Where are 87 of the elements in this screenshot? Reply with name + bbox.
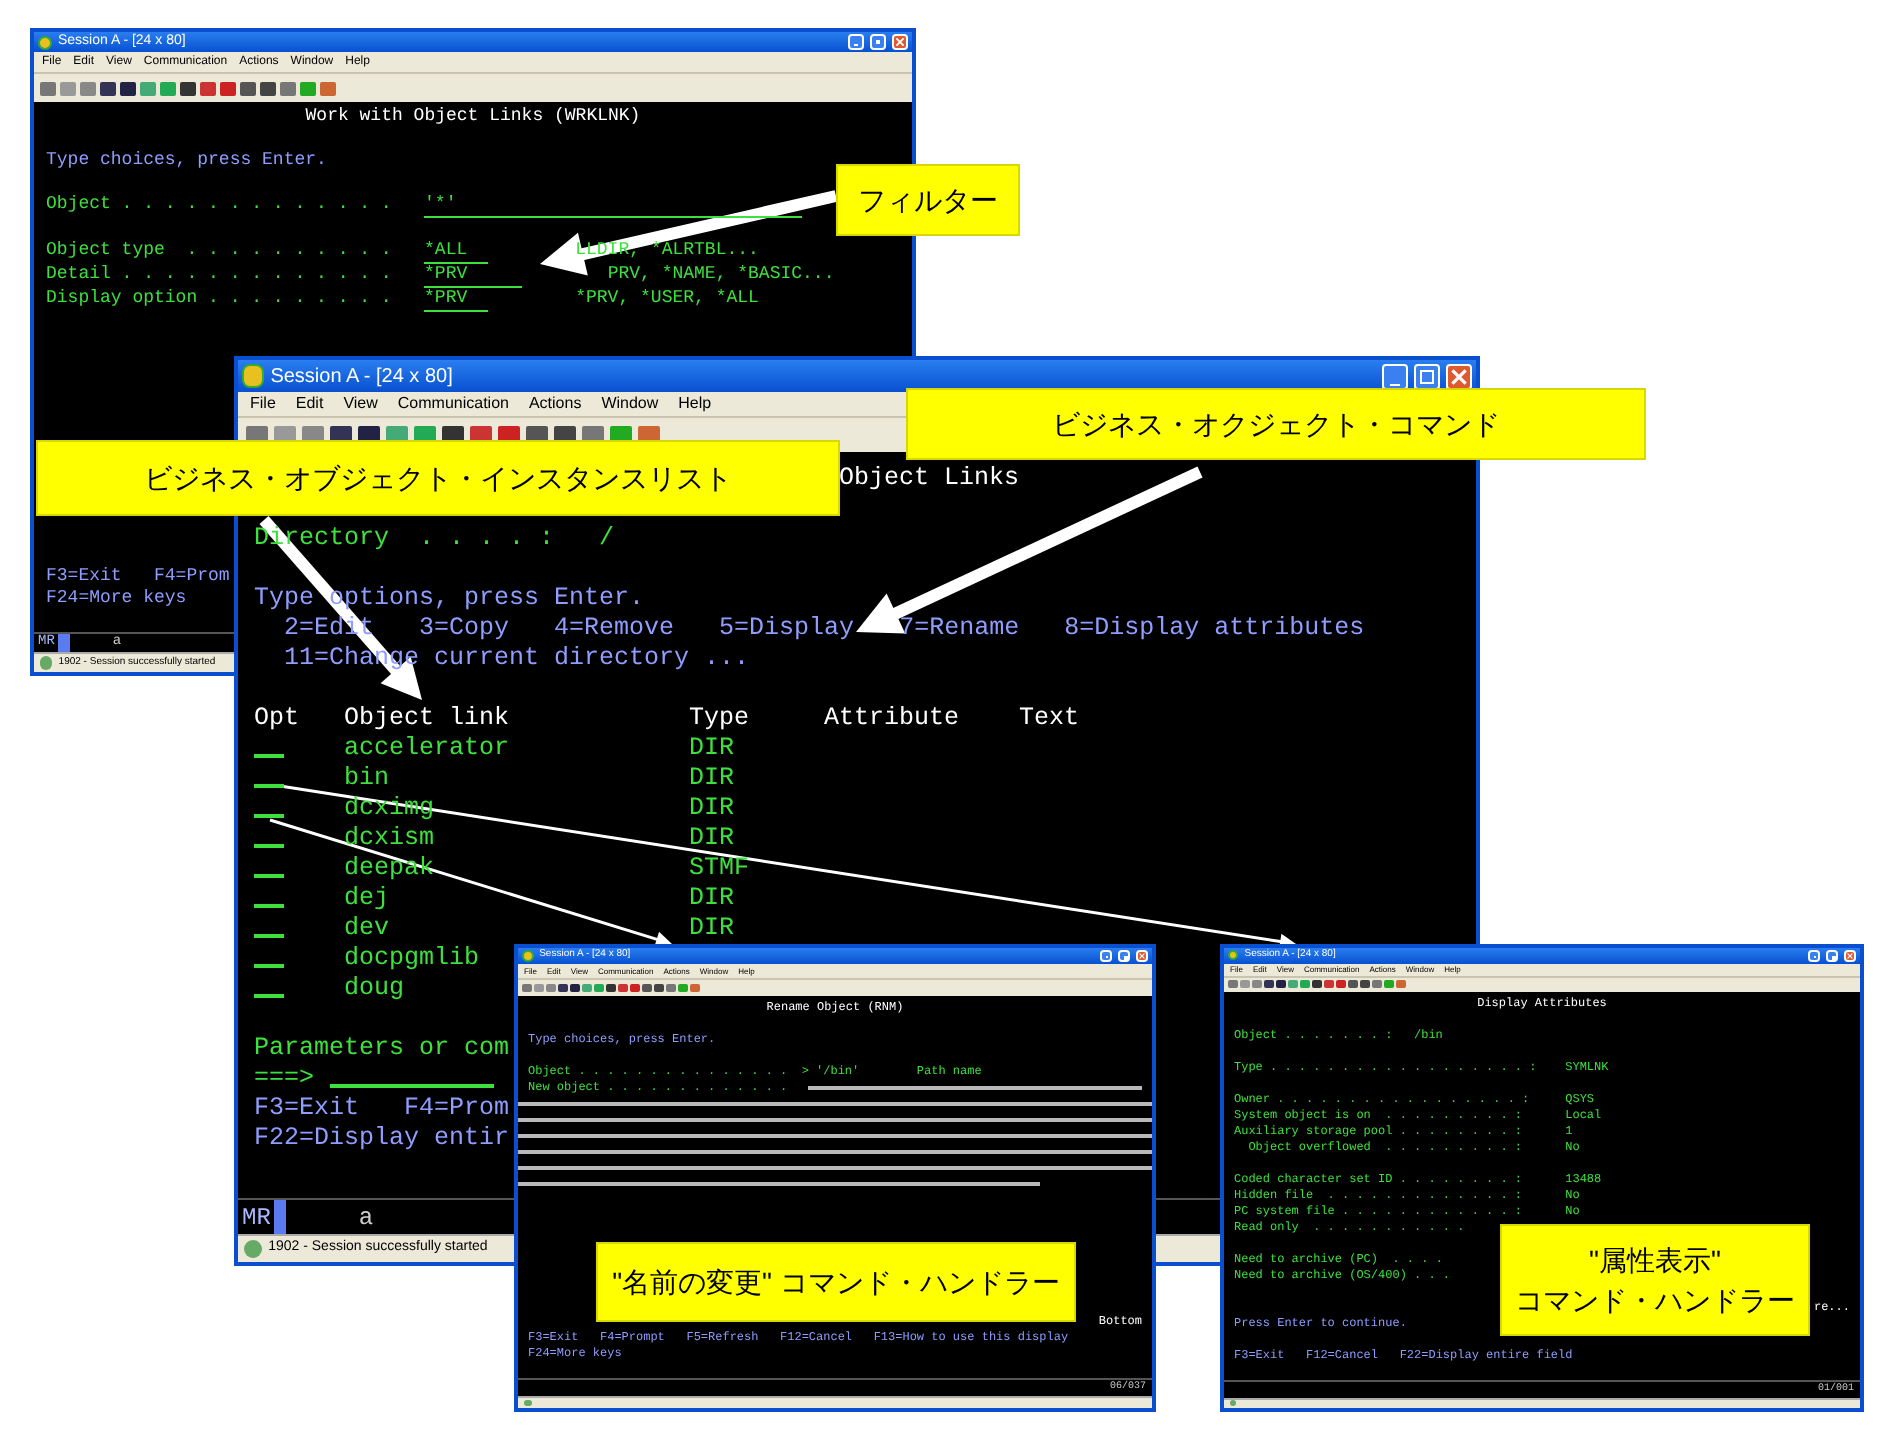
maximize-button[interactable] [870,34,886,50]
close-button[interactable] [892,34,908,50]
callout-text: ビジネス・オクジェクト・コマンド [1052,408,1500,440]
minimize-button[interactable] [848,34,864,50]
input-field[interactable]: '*' [424,194,803,218]
object-name: dej [344,884,390,912]
option-text: 5=Display [719,614,855,644]
input-line[interactable] [518,1134,1152,1138]
object-name: accelerator [344,734,510,762]
screen-heading: Object Links [839,464,1020,494]
object-name: dev [344,914,390,942]
object-name: dcxism [344,824,435,852]
option-text: 8=Display attributes [1064,614,1365,644]
option-text: 3=Copy [419,614,510,644]
minimize-button[interactable] [1808,949,1820,962]
function-keys: F3=Exit F4=Prom [254,1094,510,1124]
input-line[interactable] [518,1150,1152,1154]
field-label: Detail . . . . . . . . . . . . . [46,264,394,288]
function-keys: F24=More keys [46,588,187,610]
function-keys: F3=Exit F4=Prom [46,566,230,588]
app-icon [1228,950,1239,961]
input-line[interactable] [518,1166,1152,1170]
field-label: Object type . . . . . . . . . . [46,240,394,264]
object-name: deepak [344,854,435,882]
screen-heading: Work with Object Links (WRKLNK) [305,106,641,128]
column-header: Type [689,704,752,734]
input-field[interactable]: *PRV [424,264,522,288]
callout-text: フィルター [858,184,998,216]
object-type: DIR [689,734,735,764]
menu-item[interactable]: Communication [397,392,509,416]
close-button[interactable] [1136,950,1148,962]
column-header: Text [1019,704,1080,734]
minimize-button[interactable] [1100,950,1112,962]
cursor-block [274,1200,287,1234]
close-button[interactable] [1844,949,1856,962]
object-type: DIR [689,824,735,854]
close-button[interactable] [1446,363,1472,389]
field-label: Object . . . . . . . . . . . . . [46,194,394,218]
status-field: a [358,1199,374,1235]
callout-text: コマンド・ハンドラー [1515,1284,1795,1316]
command-prompt: ===> [254,1064,315,1094]
instruction-text: Type choices, press Enter. [46,150,327,172]
app-icon [242,364,265,388]
column-header: Attribute [824,704,962,734]
menu-item[interactable]: Help [678,392,712,416]
option-text: 7=Rename [899,614,1020,644]
menu-item[interactable]: Edit [295,392,324,416]
object-type: DIR [689,794,735,824]
object-type: DIR [689,914,735,944]
option-text: 4=Remove [554,614,675,644]
choices-text: *PRV, *USER, *ALL [575,288,759,312]
object-name: doug [344,974,405,1002]
command-label: Parameters or com [254,1034,510,1064]
mode-indicator: MR [240,1201,273,1235]
menu-item[interactable]: View [343,392,378,416]
window-title: Session A - [24 x 80] [270,363,453,391]
object-name: bin [344,764,390,792]
app-icon [38,35,52,49]
input-field[interactable]: *PRV [424,288,489,312]
input-line[interactable] [518,1182,1040,1186]
callout-text: ビジネス・オブジェクト・インスタンスリスト [144,462,732,494]
menu-item[interactable]: Window [601,392,659,416]
callout-text: "名前の変更" コマンド・ハンドラー [612,1266,1060,1298]
field-label: Display option . . . . . . . . . [46,288,394,312]
object-name: docpgmlib [344,944,480,972]
app-icon [522,950,534,962]
minimize-button[interactable] [1382,363,1408,389]
menu-item[interactable]: Actions [528,392,582,416]
function-keys: F22=Display entir [254,1124,510,1154]
maximize-button[interactable] [1414,363,1440,389]
object-type: DIR [689,764,735,794]
object-type: DIR [689,884,735,914]
menu-item[interactable]: File [250,392,276,416]
field-value: / [599,524,615,554]
input-line[interactable] [808,1086,1142,1090]
column-header: Object link [344,704,512,734]
callout-text: "属性表示" [1589,1244,1721,1276]
choices-text: PRV, *NAME, *BASIC... [607,264,835,288]
maximize-button[interactable] [1826,949,1838,962]
input-field[interactable]: *ALL [424,240,489,264]
column-header: Opt [254,704,302,734]
maximize-button[interactable] [1118,950,1130,962]
input-line[interactable] [518,1102,1152,1106]
object-name: dcximg [344,794,435,822]
cursor-block [58,634,71,652]
object-type: STMF [689,854,750,884]
input-line[interactable] [518,1118,1152,1122]
